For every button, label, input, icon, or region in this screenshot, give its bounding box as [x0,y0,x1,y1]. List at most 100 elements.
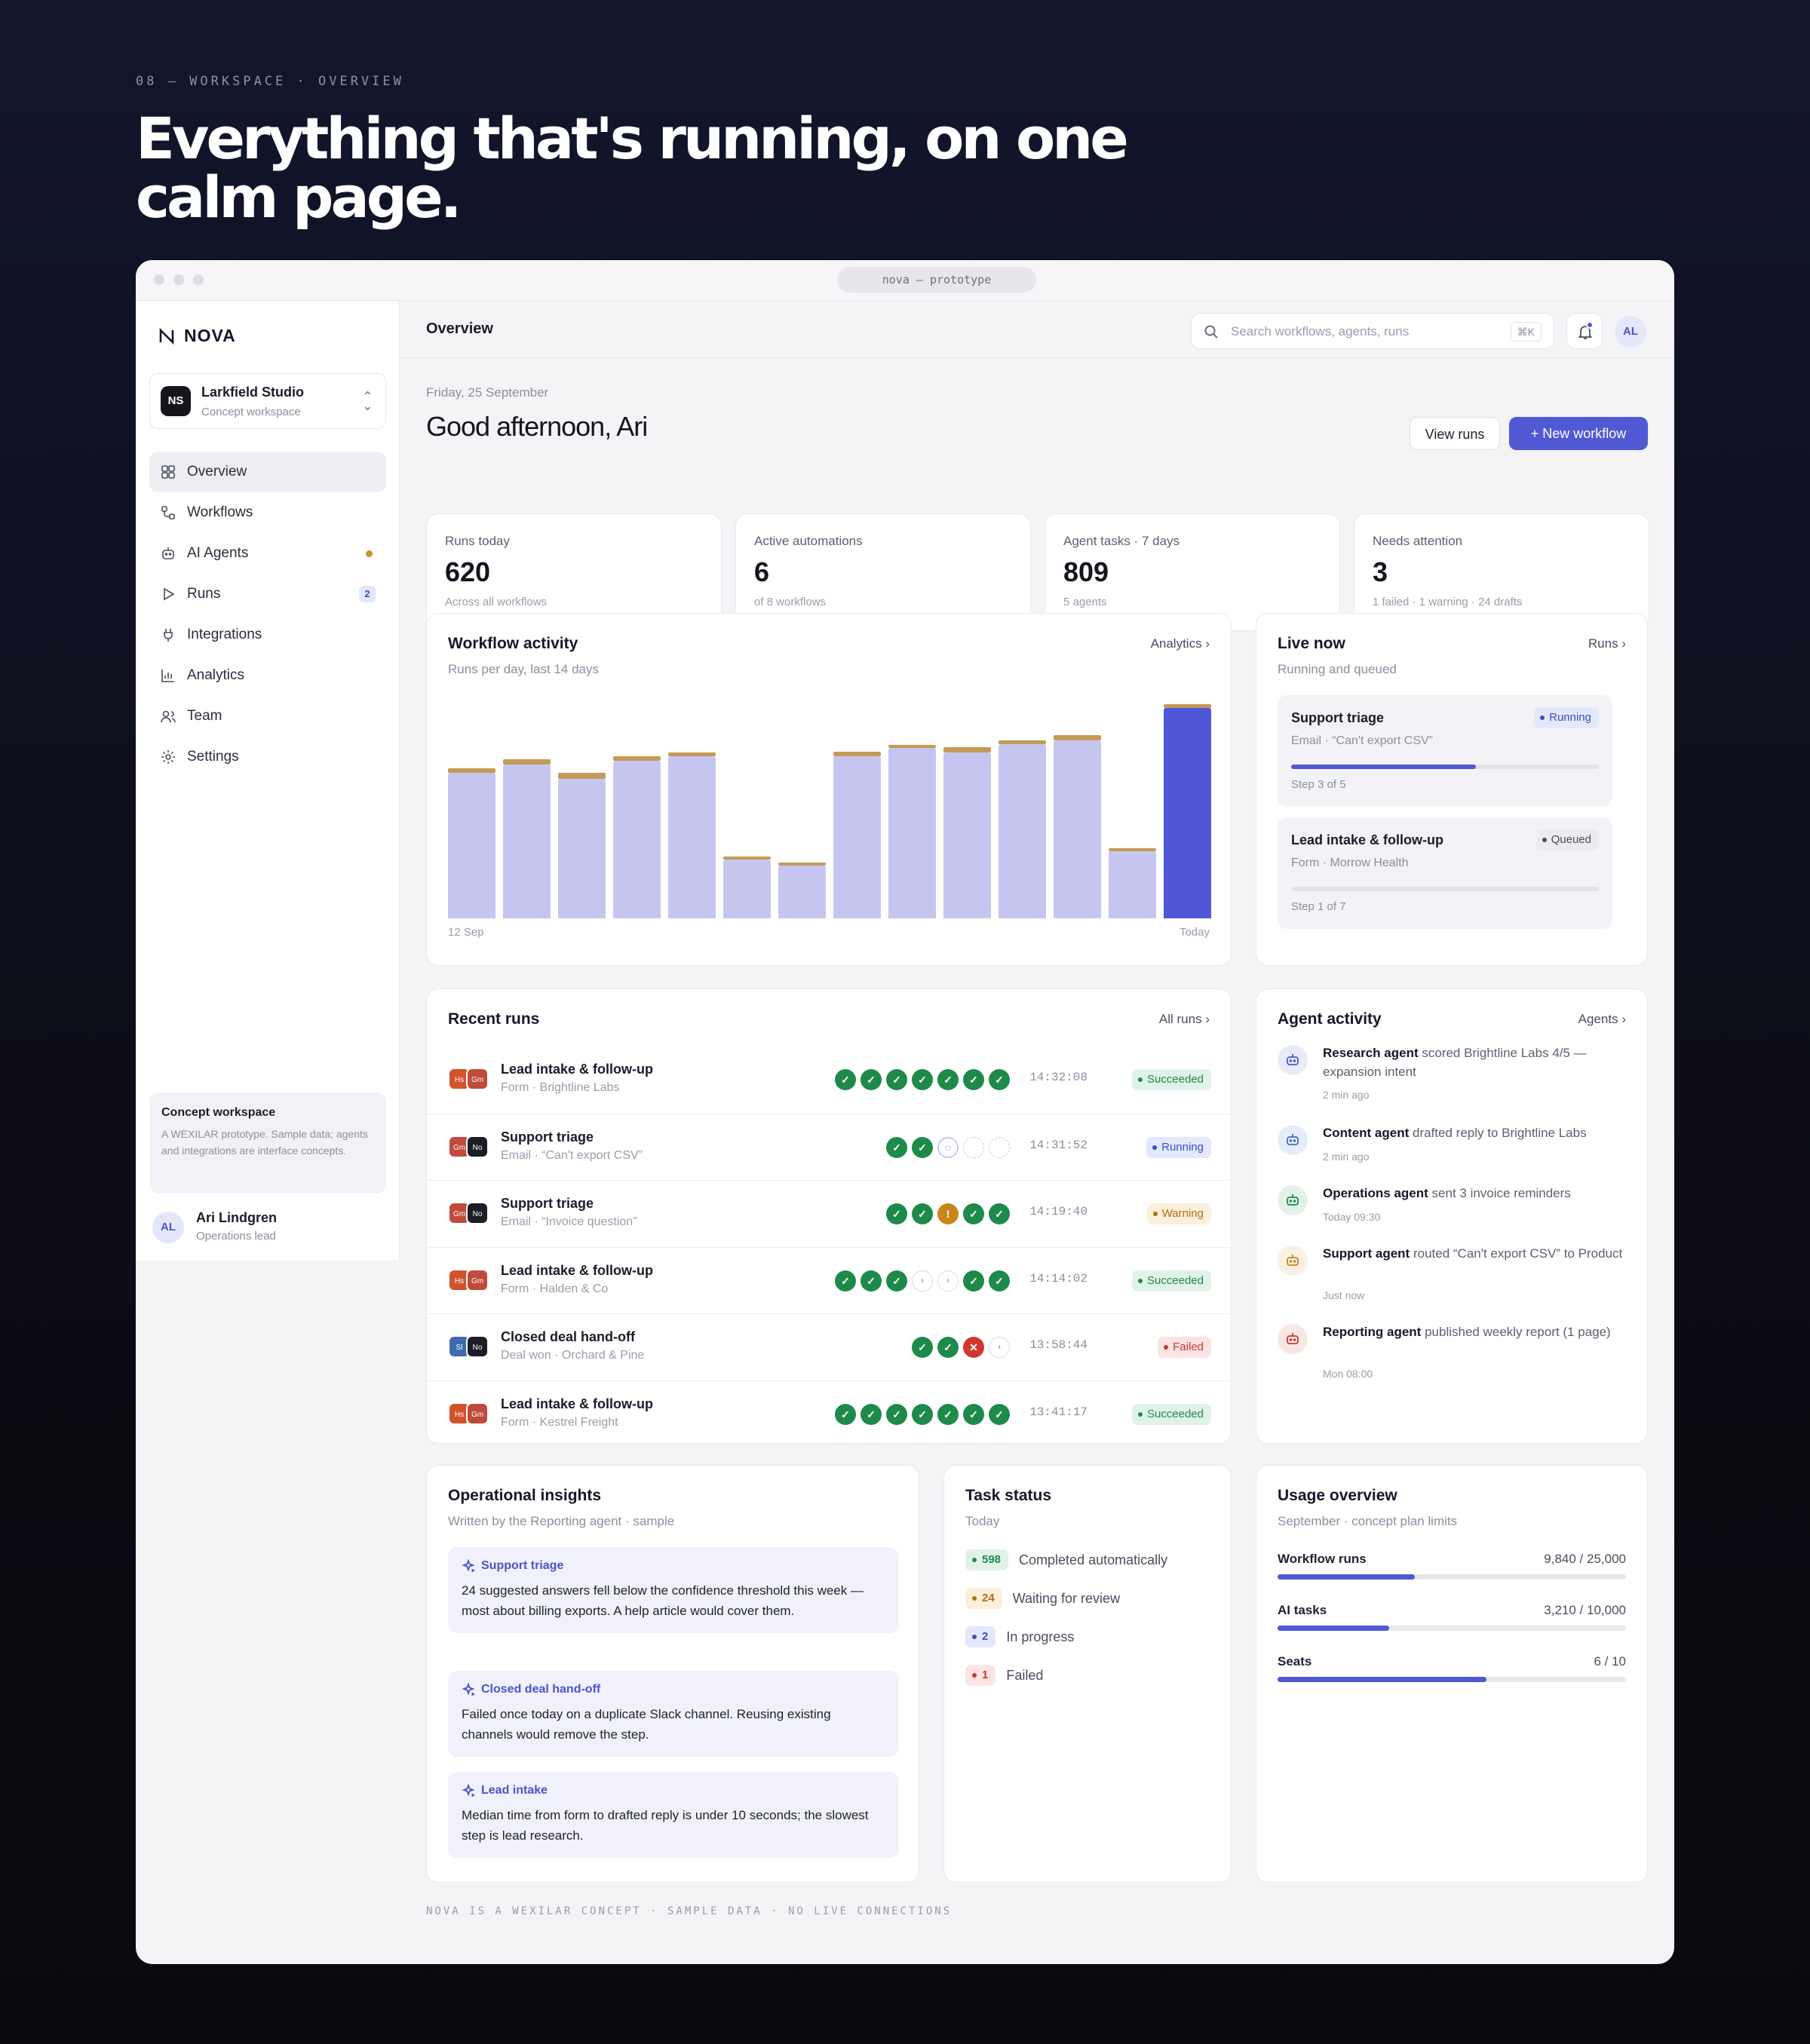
chart-bar[interactable] [1054,740,1101,918]
chart-bar[interactable] [1109,851,1156,918]
sidebar-item-label: Analytics [187,667,245,683]
step-ok-icon: ✓ [886,1403,907,1425]
agent-action: sent 3 invoice reminders [1431,1186,1571,1200]
agent-activity-time: 2 min ago [1323,1151,1370,1163]
search-input[interactable]: Search workflows, agents, runs ⌘K [1191,313,1554,349]
sidebar-item-workflows[interactable]: Workflows [149,493,386,532]
table-row[interactable]: Gm No Support triage Email · “Can't export … [427,1113,1232,1180]
plug-icon [164,629,173,642]
breadcrumb: Overview [426,320,493,337]
new-workflow-button[interactable]: + New workflow [1509,417,1648,450]
chevron-right-icon: › [1621,1012,1626,1026]
runs-link[interactable]: Runs › [1588,636,1626,651]
insight-title: Closed deal hand-off [481,1683,601,1696]
status-badge: 24 [965,1588,1002,1609]
chart-bar-cap [613,756,661,761]
insight-item: Support triage 24 suggested answers fell … [448,1547,899,1633]
agent-action: published weekly report (1 page) [1425,1325,1611,1339]
avatar[interactable]: AL [1615,316,1646,348]
run-time: 13:58:44 [1029,1338,1088,1352]
chevron-updown-icon: ⌃ ⌄ [361,389,373,413]
brand-logo[interactable]: NOVA [158,326,236,346]
step-indicators: ✓ ✓ ◌ [886,1136,1010,1158]
close-dot[interactable] [154,274,164,285]
insight-heading: Lead intake [462,1784,885,1797]
progress-bar [1291,887,1599,891]
agents-link[interactable]: Agents › [1578,1012,1626,1027]
chart-bar[interactable] [888,748,936,918]
sidebar-item-label: AI Agents [187,545,249,561]
kpi-subtext: of 8 workflows [754,596,827,608]
agent-avatar [1278,1246,1308,1276]
sidebar-item-team[interactable]: Team [149,697,386,736]
insight-item: Lead intake Median time from form to draf… [448,1772,899,1858]
run-source: Email · “Can't export CSV” [501,1148,643,1162]
usage-label: Workflow runs [1278,1552,1367,1566]
step-ok-icon: ✓ [861,1069,882,1090]
notifications-button[interactable] [1566,313,1603,349]
workspace-subtitle: Concept workspace [201,406,301,418]
chart-bar[interactable] [503,764,551,918]
chart-bar[interactable] [448,772,495,918]
sidebar-item-settings[interactable]: Settings [149,737,386,777]
chart-bar[interactable] [833,756,881,918]
chart-bar[interactable] [613,760,661,918]
agent-name: Content agent [1323,1126,1410,1140]
sidebar-item-integrations[interactable]: Integrations [149,615,386,654]
workspace-avatar: NS [161,386,191,416]
live-run-source: Form · Morrow Health [1291,857,1409,869]
maximize-dot[interactable] [193,274,204,285]
table-row[interactable]: Gm No Support triage Email · “Invoice quest… [427,1180,1232,1246]
user-name: Ari Lindgren [196,1210,277,1225]
agents-link-label: Agents [1578,1012,1618,1026]
workspace-switcher[interactable]: NS Larkfield Studio Concept workspace ⌃ ⌄ [149,373,386,429]
view-runs-button[interactable]: View runs [1410,417,1500,450]
agent-activity-time: Just now [1323,1289,1365,1301]
live-run-item[interactable]: Lead intake & follow-up Form · Morrow Hea… [1278,817,1612,929]
live-run-item[interactable]: Support triage Email · “Can't export CSV”… [1278,695,1612,807]
app-logos: Hs Gm [448,1068,493,1092]
run-source: Form · Brightline Labs [501,1081,620,1094]
chart-bar[interactable] [943,752,991,918]
insight-title: Lead intake [481,1784,548,1797]
chart-bar[interactable] [999,744,1046,918]
date-label: Friday, 25 September [426,385,549,400]
card-subtitle: Today [965,1514,1000,1528]
analytics-link[interactable]: Analytics › [1151,636,1210,651]
task-status-row: 2 In progress [965,1626,1074,1648]
chart-bar[interactable] [778,866,826,918]
chart-bar[interactable] [723,860,771,918]
card-subtitle: Running and queued [1278,662,1397,676]
sidebar-item-runs[interactable]: Runs 2 [149,575,386,614]
chart-bar[interactable] [558,778,606,918]
all-runs-link[interactable]: All runs › [1159,1012,1210,1027]
app-logo: No [466,1135,489,1158]
table-row[interactable]: Hs Gm Lead intake & follow-up Form · Bright… [427,1047,1232,1113]
agent-action: routed “Can't export CSV” to Product [1413,1246,1623,1261]
window-controls[interactable] [154,274,204,285]
chart-bar[interactable] [668,756,716,918]
sparkle-icon [462,1683,475,1696]
sidebar-item-ai-agents[interactable]: AI Agents [149,534,386,573]
analytics-link-label: Analytics [1150,636,1202,651]
status-badge: Succeeded [1131,1270,1211,1292]
step-indicators: ✓ ✓ ✓ ✓ ✓ ✓ ✓ [835,1403,1010,1425]
step-ok-icon: ✓ [912,1203,933,1224]
brand-name: NOVA [184,326,236,345]
nova-logo-icon [159,327,174,345]
sidebar-item-analytics[interactable]: Analytics [149,656,386,695]
sidebar-item-label: Settings [187,749,239,765]
live-now-card: Live now Running and queued Runs › Suppo… [1256,613,1648,966]
chart-bar[interactable] [1164,707,1211,918]
table-row[interactable]: Hs Gm Lead intake & follow-up Form · Kestre… [427,1380,1232,1447]
minimize-dot[interactable] [173,274,184,285]
table-row[interactable]: Hs Gm Lead intake & follow-up Form · Halden… [427,1246,1232,1313]
table-row[interactable]: Sl No Closed deal hand-off Deal won · Orcha… [427,1313,1232,1380]
page-title: Good afternoon, Ari [426,411,648,442]
agent-action: drafted reply to Brightline Labs [1413,1126,1587,1140]
sidebar-item-overview[interactable]: Overview [149,452,386,492]
progress-bar [1291,765,1599,769]
user-profile[interactable]: AL Ari Lindgren Operations lead [149,1206,386,1251]
chart-bar-cap [668,752,716,757]
kpi-label: Active automations [754,534,863,548]
